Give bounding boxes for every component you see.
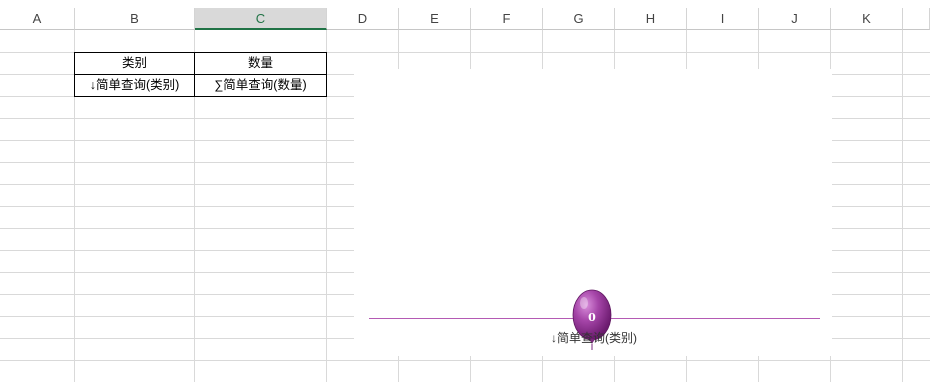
table-header-category[interactable]: 类别 [74, 52, 195, 75]
column-header-j[interactable]: J [759, 8, 831, 30]
table-header-quantity[interactable]: 数量 [194, 52, 327, 75]
column-header-b[interactable]: B [75, 8, 195, 30]
column-header-c[interactable]: C [195, 8, 327, 30]
column-header-i[interactable]: I [687, 8, 759, 30]
spreadsheet-grid[interactable]: A B C D E F G H I J K 类别 数量 ↓简单查询(类别) ∑简… [0, 0, 930, 382]
table-cell-category[interactable]: ↓简单查询(类别) [74, 74, 195, 97]
column-header-k[interactable]: K [831, 8, 903, 30]
column-header-blank [903, 8, 930, 30]
column-header-d[interactable]: D [327, 8, 399, 30]
column-header-h[interactable]: H [615, 8, 687, 30]
chart-data-label: 0 [588, 311, 596, 324]
chart-category-label: ↓简单查询(类别) [551, 331, 637, 345]
column-header-g[interactable]: G [543, 8, 615, 30]
gridline-horizontal [0, 360, 930, 361]
column-header-a[interactable]: A [0, 8, 75, 30]
column-header-e[interactable]: E [399, 8, 471, 30]
table-cell-quantity[interactable]: ∑简单查询(数量) [194, 74, 327, 97]
chart-area[interactable]: 0 ↓简单查询(类别) [354, 69, 832, 356]
column-header-f[interactable]: F [471, 8, 543, 30]
